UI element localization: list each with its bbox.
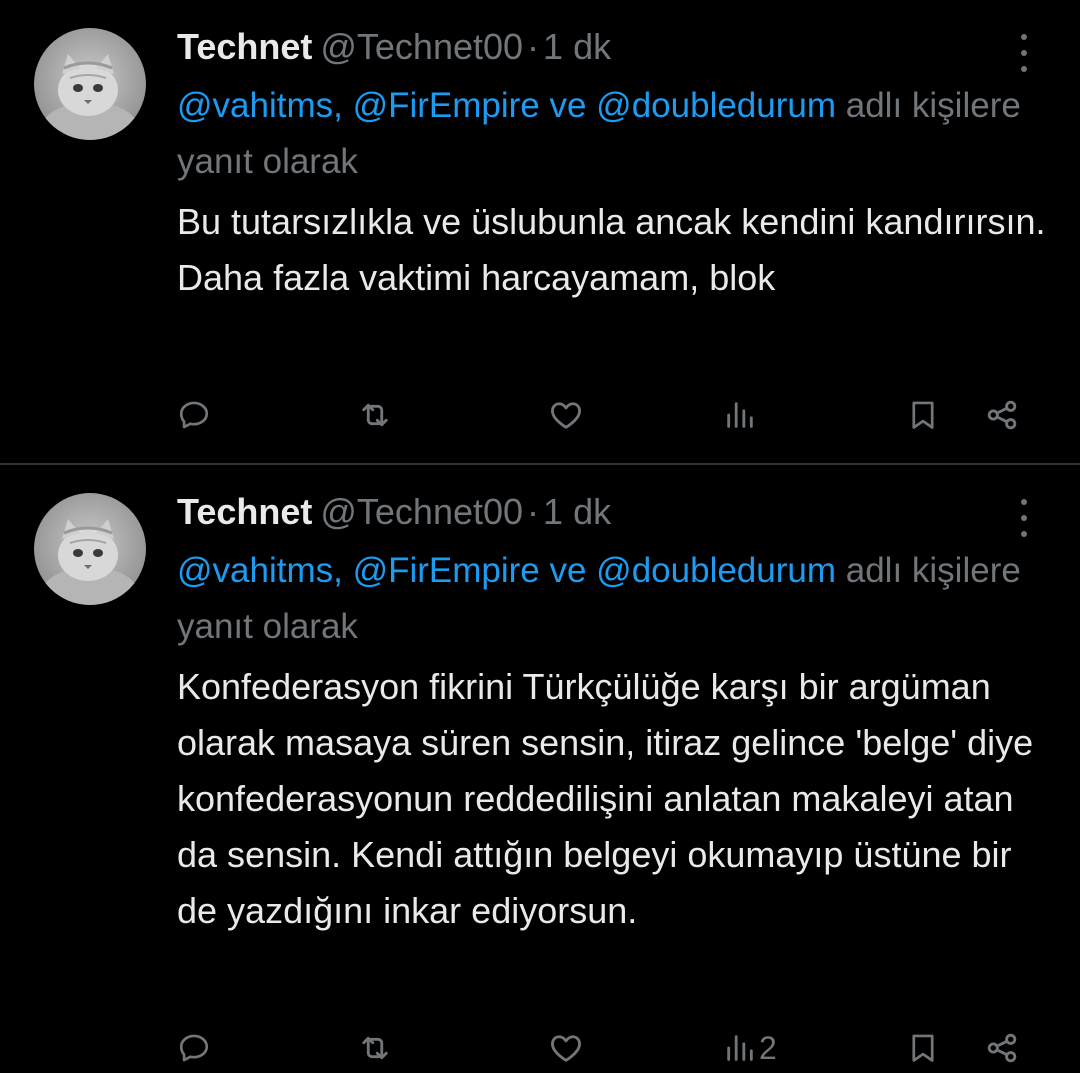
- views-count: 2: [759, 1029, 777, 1066]
- analytics-icon: [727, 402, 753, 428]
- tweet-text: Bu tutarsızlıkla ve üslubunla ancak kend…: [177, 201, 1046, 298]
- reply-context: @vahitms, @FirEmpire ve @doubledurum adl…: [177, 78, 1057, 190]
- separator-dot: ·: [527, 26, 540, 67]
- tweet-text: Konfederasyon fikrini Türkçülüğe karşı b…: [177, 666, 1034, 931]
- share-icon: [987, 1033, 1017, 1063]
- separator-dot: ·: [527, 491, 540, 532]
- cat-avatar-icon: [34, 493, 146, 605]
- reply-button[interactable]: [177, 390, 211, 440]
- bookmark-icon: [912, 1034, 934, 1062]
- bookmark-icon: [912, 401, 934, 429]
- share-button[interactable]: [983, 1023, 1021, 1073]
- share-button[interactable]: [983, 390, 1021, 440]
- reply-icon: [179, 1034, 209, 1062]
- tweet-actions: 2: [177, 1023, 1037, 1073]
- bookmark-button[interactable]: [906, 1023, 940, 1073]
- timestamp[interactable]: 1 dk: [543, 26, 611, 67]
- heart-icon: [551, 1035, 581, 1062]
- reply-button[interactable]: [177, 1023, 211, 1073]
- retweet-icon: [362, 403, 388, 427]
- share-icon: [987, 400, 1017, 430]
- like-button[interactable]: [548, 390, 584, 440]
- author-handle[interactable]: @Technet00: [320, 491, 523, 532]
- timestamp[interactable]: 1 dk: [543, 491, 611, 532]
- views-button[interactable]: 2: [723, 1023, 777, 1073]
- tweet-header: Technet @Technet00 · 1 dk: [177, 487, 1057, 537]
- tweet[interactable]: Technet @Technet00 · 1 dk @vahitms, @FirEmp…: [0, 465, 1080, 1066]
- avatar[interactable]: [34, 28, 146, 140]
- tweet-actions: [177, 390, 1037, 440]
- tweet[interactable]: Technet @Technet00 · 1 dk @vahitms, @FirEmp…: [0, 0, 1080, 465]
- author-handle[interactable]: @Technet00: [320, 26, 523, 67]
- author-name[interactable]: Technet: [177, 26, 312, 67]
- reply-mentions[interactable]: @vahitms, @FirEmpire ve @doubledurum: [177, 86, 836, 125]
- reply-icon: [179, 401, 209, 429]
- like-button[interactable]: [548, 1023, 584, 1073]
- avatar[interactable]: [34, 493, 146, 605]
- bookmark-button[interactable]: [906, 390, 940, 440]
- heart-icon: [551, 402, 581, 429]
- retweet-button[interactable]: [357, 1023, 393, 1073]
- views-button[interactable]: [723, 390, 759, 440]
- tweet-content: Technet @Technet00 · 1 dk @vahitms, @FirEmp…: [177, 487, 1057, 939]
- reply-context: @vahitms, @FirEmpire ve @doubledurum adl…: [177, 543, 1057, 655]
- retweet-button[interactable]: [357, 390, 393, 440]
- tweet-header: Technet @Technet00 · 1 dk: [177, 22, 1057, 72]
- analytics-icon: [727, 1035, 753, 1061]
- retweet-icon: [362, 1036, 388, 1060]
- cat-avatar-icon: [34, 28, 146, 140]
- reply-mentions[interactable]: @vahitms, @FirEmpire ve @doubledurum: [177, 551, 836, 590]
- tweet-content: Technet @Technet00 · 1 dk @vahitms, @FirEmp…: [177, 22, 1057, 306]
- author-name[interactable]: Technet: [177, 491, 312, 532]
